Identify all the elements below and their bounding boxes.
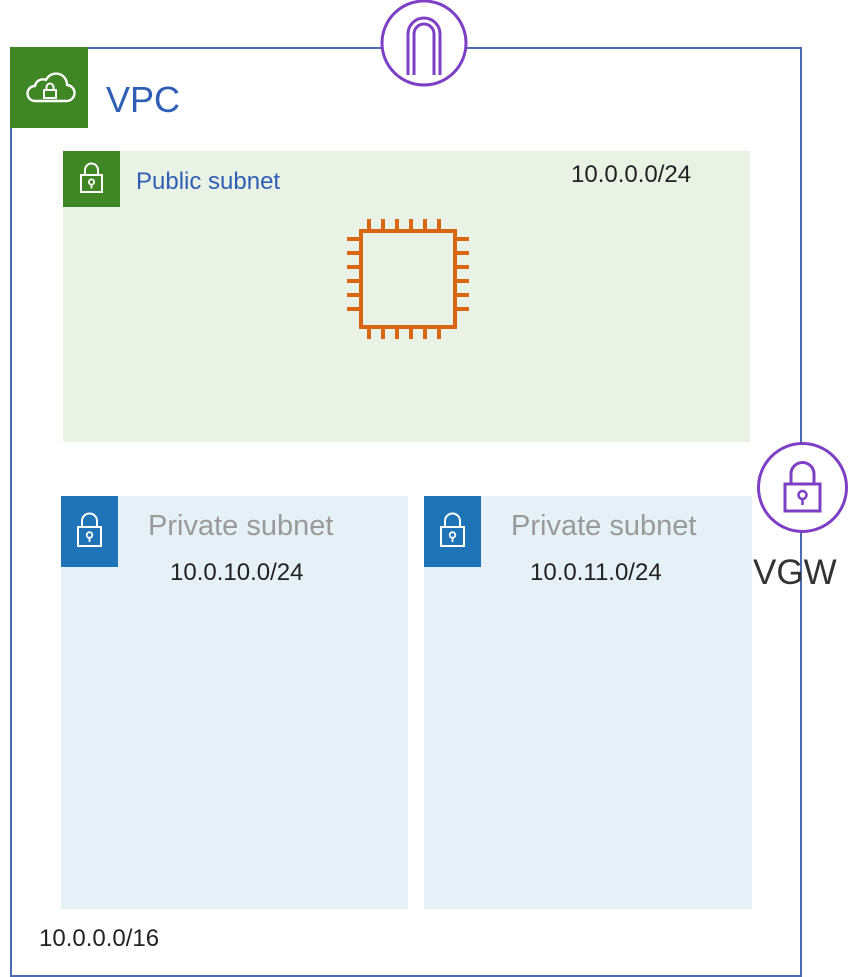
public-subnet-badge <box>63 151 120 207</box>
private-subnet-b-label: Private subnet <box>511 510 697 542</box>
cloud-lock-icon <box>26 72 76 103</box>
vpn-gateway-icon <box>757 442 848 533</box>
lock-icon <box>440 512 465 547</box>
public-subnet-cidr: 10.0.0.0/24 <box>571 161 692 188</box>
private-subnet-a-label: Private subnet <box>148 510 334 542</box>
vpc-badge <box>10 47 88 128</box>
public-subnet-label: Public subnet <box>136 168 281 195</box>
lock-icon <box>80 162 103 193</box>
lock-icon <box>77 512 102 547</box>
private-subnet-b-badge <box>424 496 481 567</box>
private-subnet-b-cidr: 10.0.11.0/24 <box>530 559 662 586</box>
private-subnet-a-cidr: 10.0.10.0/24 <box>170 559 304 586</box>
ec2-instance-icon <box>347 219 469 339</box>
vgw-label: VGW <box>753 553 837 592</box>
internet-gateway-icon <box>380 0 468 87</box>
vpc-title: VPC <box>106 79 181 120</box>
private-subnet-a-badge <box>61 496 118 567</box>
vpc-cidr: 10.0.0.0/16 <box>39 925 160 952</box>
